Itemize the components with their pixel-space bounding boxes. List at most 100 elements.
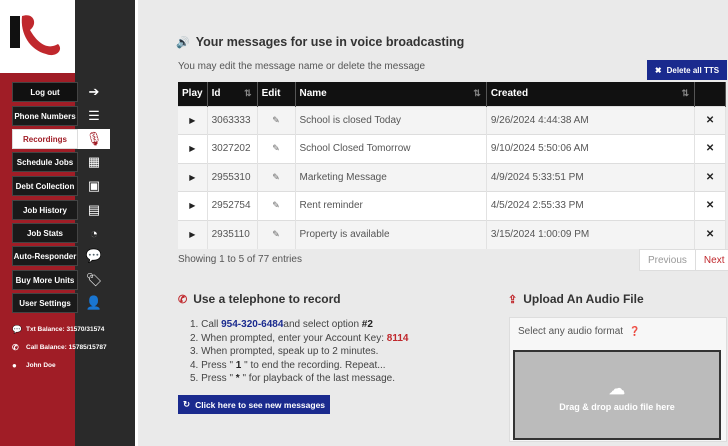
cell-id: 3063333 [207,105,258,135]
sidebar-item-label: Recordings [12,129,78,149]
entries-info: Showing 1 to 5 of 77 entries [178,254,302,265]
edit-icon[interactable]: ✎ [257,105,296,135]
sidebar-item-schedule-jobs[interactable]: Schedule Jobs ▦ [12,152,110,172]
cell-name[interactable]: Property is available [295,219,487,249]
delete-all-tts-label: Delete all TTS [666,65,720,75]
table-row: ▶ 2952754 ✎ Rent reminder 4/5/2024 2:55:… [178,191,726,220]
record-instructions: 1. Call 954-320-6484and select option #2… [190,318,408,386]
sort-icon: ⇅ [473,88,481,98]
call-balance-text: Call Balance: 15785/15787 [26,344,107,351]
cell-id: 2935110 [207,219,258,249]
sidebar: Log out ➔ Phone Numbers ☰ Recordings 🎙 S… [0,0,135,446]
delete-icon[interactable]: ✕ [694,162,726,192]
delete-all-tts-button[interactable]: ✖ Delete all TTS [647,60,727,80]
edit-icon[interactable]: ✎ [257,191,296,220]
upload-section-title: ⇪ Upload An Audio File [508,292,644,306]
play-icon[interactable]: ▶ [178,134,208,163]
upload-icon: ⇪ [508,293,518,306]
sidebar-item-auto-responder[interactable]: Auto-Responder 💬 [12,246,110,266]
sidebar-item-label: Phone Numbers [12,106,78,126]
next-page-button[interactable]: Next [695,249,728,271]
sort-desc-icon: ⇅ [244,88,252,98]
col-header-id[interactable]: Id ⇅ [207,82,258,106]
edit-icon[interactable]: ✎ [257,219,296,249]
microphone-icon: 🎙 [78,129,110,149]
page-subtitle: You may edit the message name or delete … [178,61,426,72]
sidebar-item-label: User Settings [12,293,78,313]
sidebar-item-buy-more-units[interactable]: Buy More Units 🏷 [12,270,110,290]
phone-logo-icon [10,15,61,56]
table-row: ▶ 2935110 ✎ Property is available 3/15/2… [178,219,726,249]
play-icon[interactable]: ▶ [178,219,208,249]
step-1: 1. Call 954-320-6484and select option #2 [190,319,373,330]
table-row: ▶ 3063333 ✎ School is closed Today 9/26/… [178,105,726,135]
upload-panel: Select any audio format ❓ ☁ Drag & drop … [509,317,727,442]
audio-format-label: Select any audio format ❓ [518,326,641,337]
see-new-messages-label: Click here to see new messages [195,399,326,410]
logout-button[interactable]: Log out ➔ [12,82,110,102]
user-name: ● John Doe [12,361,56,370]
phone-icon: ✆ [12,343,19,352]
play-icon[interactable]: ▶ [178,105,208,135]
logo[interactable] [0,0,75,73]
delete-icon[interactable]: ✕ [694,105,726,135]
pie-chart-icon: ◔ [90,225,98,241]
sidebar-item-recordings[interactable]: Recordings 🎙 [12,129,110,149]
cell-name[interactable]: Marketing Message [295,162,487,192]
cell-name[interactable]: Rent reminder [295,191,487,220]
list-icon: ☰ [88,108,100,123]
comment-icon: 💬 [12,325,22,334]
edit-icon[interactable]: ✎ [257,162,296,192]
step-2: 2. When prompted, enter your Account Key… [190,332,409,344]
option-number: #2 [361,319,373,330]
phone-number[interactable]: 954-320-6484 [221,319,283,330]
tags-icon: 🏷 [85,272,103,287]
col-header-edit[interactable]: Edit [257,82,296,106]
col-header-name[interactable]: Name ⇅ [295,82,487,106]
previous-page-button[interactable]: Previous [639,249,696,271]
sidebar-item-job-history[interactable]: Job History ▤ [12,200,110,220]
col-header-delete [694,82,726,106]
cell-created: 4/5/2024 2:55:33 PM [486,191,696,220]
play-icon[interactable]: ▶ [178,191,208,220]
cell-id: 2955310 [207,162,258,192]
see-new-messages-button[interactable]: ↻ Click here to see new messages [178,395,330,414]
record-title-text: Use a telephone to record [193,292,341,306]
txt-balance: 💬 Txt Balance: 31570/31574 [12,325,104,334]
step-5: 5. Press " * " for playback of the last … [190,373,395,384]
document-icon: ▤ [87,202,101,217]
sidebar-item-label: Job History [12,200,78,220]
col-header-play[interactable]: Play [178,82,208,106]
account-key: 8114 [386,332,409,344]
close-icon: ✖ [654,65,662,75]
dropzone-label: Drag & drop audio file here [559,401,675,412]
sidebar-item-label: Auto-Responder [12,246,78,266]
delete-icon[interactable]: ✕ [694,219,726,249]
sidebar-item-debt-collection[interactable]: Debt Collection ▣ [12,176,110,196]
user-small-icon: ● [12,361,17,370]
play-icon[interactable]: ▶ [178,162,208,192]
col-header-created[interactable]: Created ⇅ [486,82,696,106]
money-icon: ▣ [87,178,101,193]
table-row: ▶ 3027202 ✎ School Closed Tomorrow 9/10/… [178,134,726,163]
sidebar-item-job-stats[interactable]: Job Stats ◔ [12,223,110,243]
edit-icon[interactable]: ✎ [257,134,296,163]
messages-table: Play Id ⇅ Edit Name ⇅ Created ⇅ ▶ 3063333 ✎… [178,82,726,249]
help-icon[interactable]: ❓ [629,326,640,337]
logout-label: Log out [12,82,78,102]
audio-dropzone[interactable]: ☁ Drag & drop audio file here [513,350,721,440]
sidebar-item-phone-numbers[interactable]: Phone Numbers ☰ [12,106,110,126]
chat-icon: 💬 [85,248,103,263]
step-4: 4. Press " 1 " to end the recording. Rep… [190,359,386,371]
cell-created: 4/9/2024 5:33:51 PM [486,162,696,192]
cell-name[interactable]: School Closed Tomorrow [295,134,487,163]
cell-created: 9/10/2024 5:50:06 AM [486,134,696,163]
cloud-upload-icon: ☁ [609,380,625,398]
step-3: 3. When prompted, speak up to 2 minutes. [190,346,379,357]
delete-icon[interactable]: ✕ [694,191,726,220]
cell-created: 3/15/2024 1:00:09 PM [486,219,696,249]
sidebar-item-user-settings[interactable]: User Settings 👤 [12,293,110,313]
table-header-row: Play Id ⇅ Edit Name ⇅ Created ⇅ [178,82,726,106]
delete-icon[interactable]: ✕ [694,134,726,163]
cell-name[interactable]: School is closed Today [295,105,487,135]
